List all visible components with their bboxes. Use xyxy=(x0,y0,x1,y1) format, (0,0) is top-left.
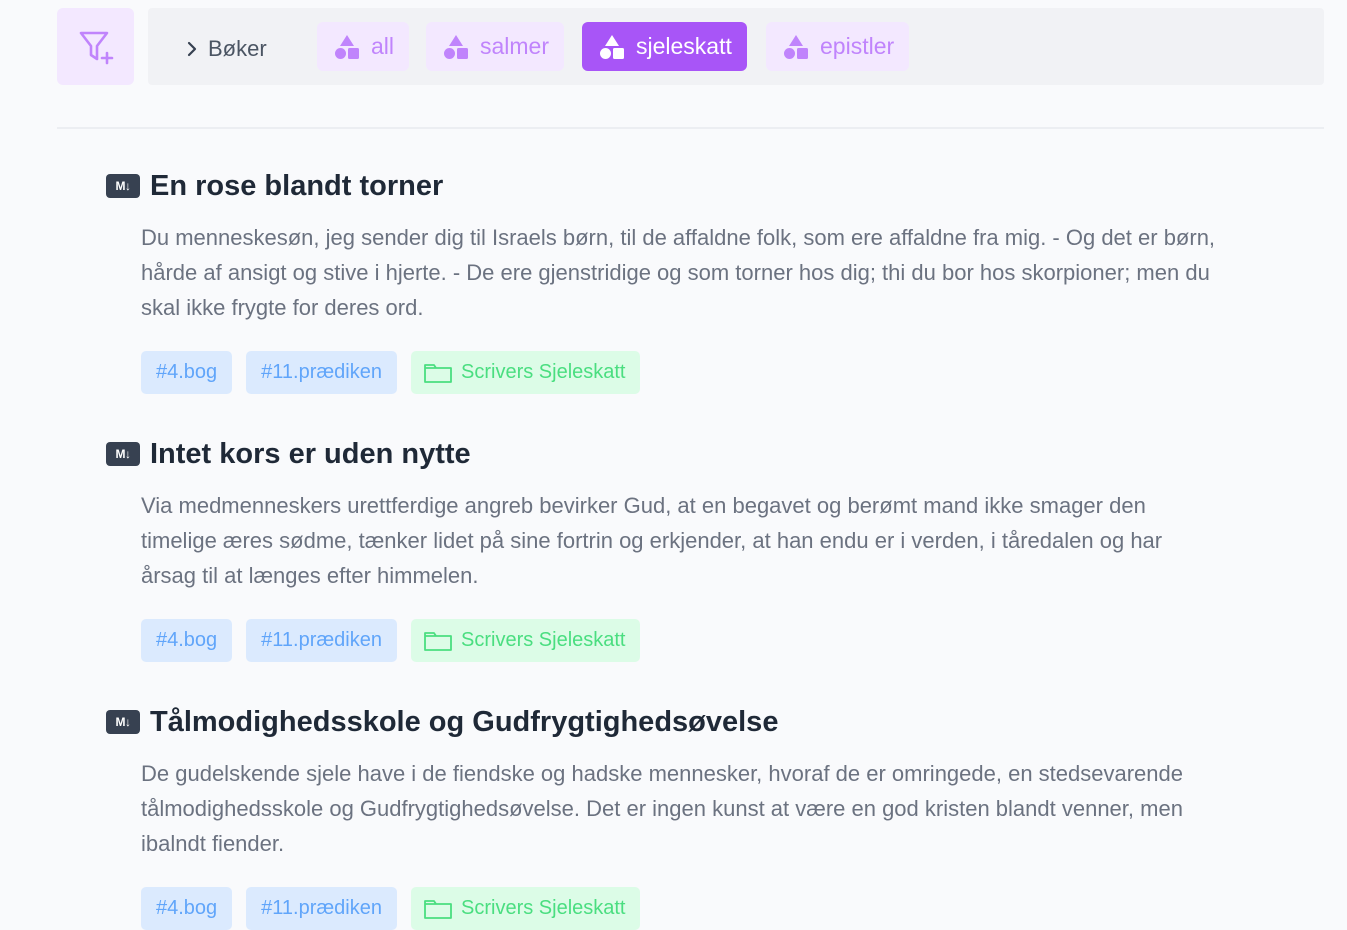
breadcrumb-label: Bøker xyxy=(208,36,267,61)
shapes-icon xyxy=(335,34,359,59)
chevron-right-icon xyxy=(187,41,197,57)
collection-chip-all[interactable]: all xyxy=(317,22,410,71)
collection-chip-epistler[interactable]: epistler xyxy=(766,22,910,71)
note-tags: #4.bog #11.prædiken Scrivers Sjeleskatt xyxy=(141,887,1236,930)
note-title-link[interactable]: M↓ En rose blandt torner xyxy=(106,166,1236,206)
tag-chip[interactable]: #4.bog xyxy=(141,887,233,930)
collection-chip-label: epistler xyxy=(820,33,895,59)
tag-chip[interactable]: #11.prædiken xyxy=(246,351,397,394)
source-chip-label: Scrivers Sjeleskatt xyxy=(461,361,626,383)
source-chip[interactable]: Scrivers Sjeleskatt xyxy=(411,887,640,930)
folder-icon xyxy=(424,899,452,919)
note-entry: M↓ En rose blandt torner Du menneskesøn,… xyxy=(106,166,1236,394)
collection-chip-label: all xyxy=(371,33,395,59)
source-chip[interactable]: Scrivers Sjeleskatt xyxy=(411,619,640,662)
note-tags: #4.bog #11.prædiken Scrivers Sjeleskatt xyxy=(141,351,1236,394)
tag-chip[interactable]: #4.bog xyxy=(141,351,233,394)
note-tags: #4.bog #11.prædiken Scrivers Sjeleskatt xyxy=(141,619,1236,662)
collection-chip-sjeleskatt[interactable]: sjeleskatt xyxy=(582,22,747,71)
markdown-icon: M↓ xyxy=(106,174,140,198)
source-chip-label: Scrivers Sjeleskatt xyxy=(461,897,626,919)
source-chip-label: Scrivers Sjeleskatt xyxy=(461,629,626,651)
note-entry: M↓ Intet kors er uden nytte Via medmenne… xyxy=(106,434,1236,662)
collection-chip-label: salmer xyxy=(480,33,550,59)
filter-plus-icon xyxy=(79,31,113,64)
note-title-link[interactable]: M↓ Tålmodighedsskole og Gudfrygtighedsøv… xyxy=(106,702,1236,742)
note-excerpt: Du menneskesøn, jeg sender dig til Israe… xyxy=(141,225,1216,320)
note-title: Tålmodighedsskole og Gudfrygtighedsøvels… xyxy=(150,705,779,738)
collection-chip-salmer[interactable]: salmer xyxy=(426,22,565,71)
folder-icon xyxy=(424,363,452,383)
shapes-icon xyxy=(600,34,624,59)
breadcrumb[interactable]: Bøker xyxy=(186,36,267,62)
header-divider xyxy=(57,127,1324,129)
note-excerpt: De gudelskende sjele have i de fiendske … xyxy=(141,761,1184,856)
top-bar: Bøker all salmer sjeleskatt epistler xyxy=(57,8,1324,86)
note-title: Intet kors er uden nytte xyxy=(150,437,471,470)
folder-icon xyxy=(424,631,452,651)
markdown-icon: M↓ xyxy=(106,442,140,466)
tag-chip[interactable]: #11.prædiken xyxy=(246,887,397,930)
add-filter-button[interactable] xyxy=(57,8,134,85)
note-entry: M↓ Tålmodighedsskole og Gudfrygtighedsøv… xyxy=(106,702,1236,930)
note-excerpt: Via medmenneskers urettferdige angreb be… xyxy=(141,493,1163,588)
tag-chip[interactable]: #11.prædiken xyxy=(246,619,397,662)
tag-chip[interactable]: #4.bog xyxy=(141,619,233,662)
note-title: En rose blandt torner xyxy=(150,169,444,202)
shapes-icon xyxy=(784,34,808,59)
markdown-icon: M↓ xyxy=(106,710,140,734)
source-chip[interactable]: Scrivers Sjeleskatt xyxy=(411,351,640,394)
note-title-link[interactable]: M↓ Intet kors er uden nytte xyxy=(106,434,1236,474)
shapes-icon xyxy=(444,34,468,59)
collection-toolbar: Bøker all salmer sjeleskatt epistler xyxy=(148,8,1324,85)
collection-chip-label: sjeleskatt xyxy=(636,33,732,59)
